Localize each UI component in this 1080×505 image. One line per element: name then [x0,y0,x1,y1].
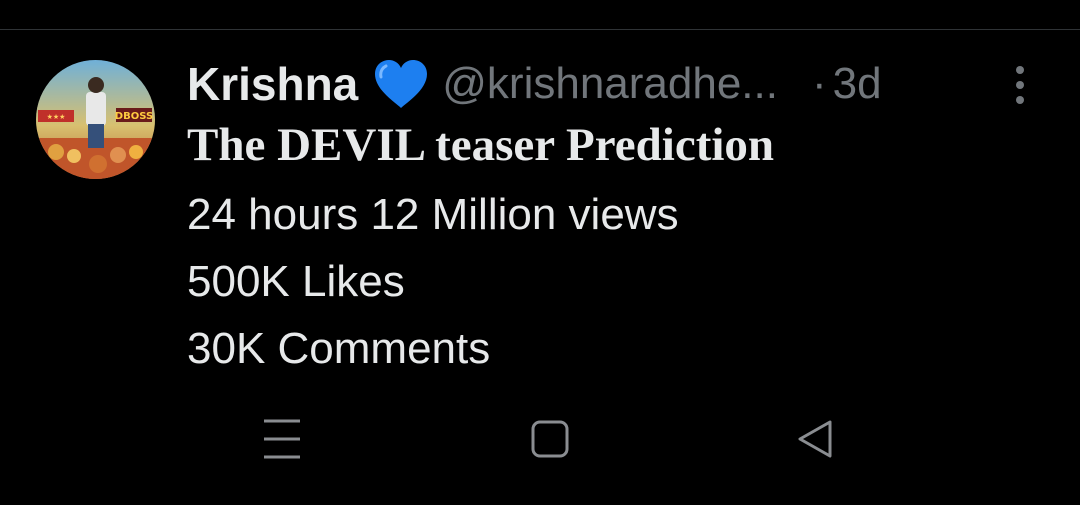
tweet-line-likes: 500K Likes [187,257,405,306]
avatar[interactable]: ★★★ DBOSS [36,60,155,179]
blue-heart-icon [372,58,430,110]
display-name[interactable]: Krishna [187,57,358,111]
user-handle[interactable]: @krishnaradhe... [442,59,778,109]
tweet-title: The DEVIL teaser Prediction [187,119,775,171]
menu-icon[interactable] [262,418,302,460]
tweet-line-comments: 30K Comments [187,324,491,373]
back-icon[interactable] [796,418,836,460]
timestamp[interactable]: 3d [833,59,882,109]
avatar-image: ★★★ DBOSS [36,60,155,179]
home-icon[interactable] [530,418,570,460]
svg-text:★★★: ★★★ [47,113,66,121]
top-divider [0,29,1080,30]
tweet-header: Krishna @krishnaradhe... · 3d [187,54,882,114]
tweet-line-views: 24 hours 12 Million views [187,190,679,239]
separator-dot: · [811,59,827,108]
more-options-icon[interactable] [1010,64,1030,106]
avatar-logo-text: DBOSS [115,111,153,122]
